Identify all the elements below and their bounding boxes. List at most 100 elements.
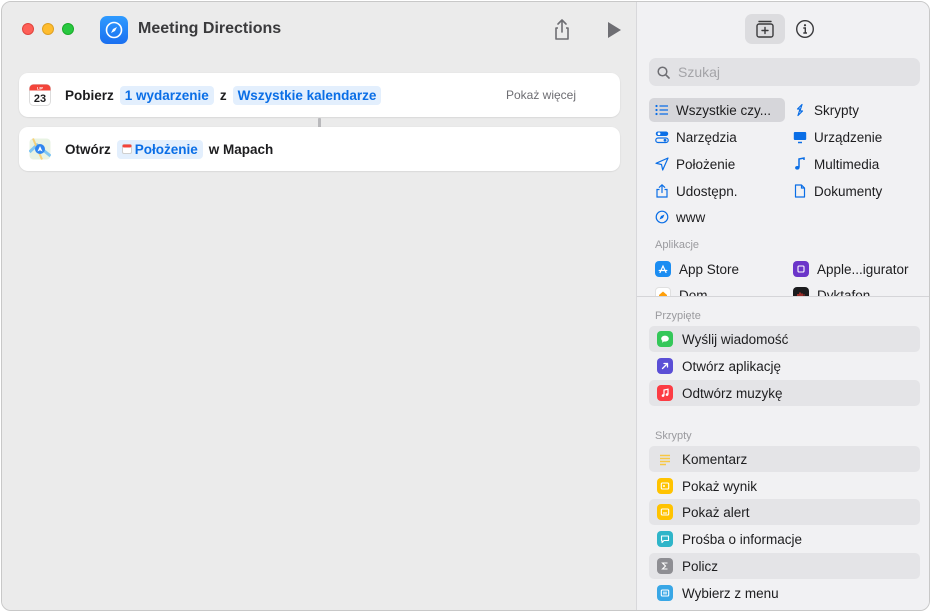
category-scripts[interactable]: Skrypty — [787, 98, 859, 122]
calendar-small-icon — [121, 144, 132, 154]
script-item-count[interactable]: Policz — [649, 553, 920, 579]
run-button[interactable] — [605, 20, 623, 40]
action-verb: Otwórz — [65, 141, 111, 157]
script-item-choose-menu[interactable]: Wybierz z menu — [649, 580, 920, 606]
item-label: Otwórz aplikację — [682, 358, 782, 374]
app-label: App Store — [679, 261, 740, 277]
configurator-glyph — [797, 265, 805, 273]
category-label: Multimedia — [814, 156, 880, 172]
shortcut-icon[interactable] — [100, 16, 128, 44]
info-button[interactable] — [795, 19, 815, 39]
app-label: Dom — [679, 287, 708, 297]
close-button[interactable] — [22, 23, 34, 35]
app-label: Dyktafon — [817, 287, 871, 297]
script-item-comment[interactable]: Komentarz — [649, 446, 920, 472]
category-location[interactable]: Położenie — [649, 152, 735, 176]
pinned-item-play-music[interactable]: Odtwórz muzykę — [649, 380, 920, 406]
category-web[interactable]: www — [649, 205, 705, 229]
share-button[interactable] — [552, 18, 572, 42]
category-all[interactable]: Wszystkie czy... — [649, 98, 785, 122]
voice-memos-icon — [793, 287, 809, 296]
pinned-item-open-app[interactable]: Otwórz aplikację — [649, 353, 920, 379]
comment-icon — [657, 451, 673, 467]
library-toggle-button[interactable] — [745, 14, 785, 44]
item-label: Wyślij wiadomość — [682, 331, 789, 347]
show-result-icon — [657, 478, 673, 494]
library-add-icon — [756, 20, 774, 38]
action-connector: z — [219, 87, 227, 103]
script-item-show-alert[interactable]: Pokaż alert — [649, 499, 920, 525]
category-documents[interactable]: Dokumenty — [787, 179, 882, 203]
action-open-in-maps[interactable]: Otwórz Położenie w Mapach — [19, 127, 620, 171]
calendar-icon-day: 23 — [34, 93, 46, 105]
app-item[interactable]: Apple...igurator — [793, 261, 909, 277]
location-token-label: Położenie — [134, 141, 198, 157]
share-icon — [656, 184, 668, 198]
alert-glyph — [660, 508, 670, 516]
calendar-source-token[interactable]: Wszystkie kalendarze — [232, 85, 382, 105]
category-sharing[interactable]: Udostępn. — [649, 179, 738, 203]
search-input[interactable] — [678, 64, 898, 80]
ask-input-icon — [657, 531, 673, 547]
item-label: Pokaż wynik — [682, 478, 758, 494]
result-glyph — [660, 482, 670, 490]
action-sentence: Pobierz 1 wydarzenie z Wszystkie kalenda… — [65, 73, 382, 117]
pinned-item-send-message[interactable]: Wyślij wiadomość — [649, 326, 920, 352]
app-item[interactable]: Dyktafon — [793, 287, 870, 296]
compass-icon — [105, 21, 123, 39]
app-item[interactable]: App Store — [655, 261, 739, 277]
music-icon — [657, 385, 673, 401]
action-verb: Pobierz — [65, 87, 114, 103]
search-field[interactable] — [649, 58, 920, 86]
music-note-icon — [795, 157, 805, 170]
section-label-pinned: Przypięte — [655, 310, 701, 322]
apps-list: App Store Apple...igurator Dom Dyktafon — [637, 256, 929, 296]
arrow-up-right-glyph — [661, 362, 669, 370]
item-label: Odtwórz muzykę — [682, 385, 783, 401]
music-glyph — [661, 388, 669, 397]
app-store-icon — [655, 261, 671, 277]
script-item-show-result[interactable]: Pokaż wynik — [649, 473, 920, 499]
event-count-token[interactable]: 1 wydarzenie — [119, 85, 214, 105]
item-label: Prośba o informacje — [682, 531, 803, 547]
location-arrow-icon — [655, 157, 669, 171]
editor-pane: Meeting Directions LIP 23 Pobierz 1 wyda… — [2, 2, 636, 610]
script-item-ask-input[interactable]: Prośba o informacje — [649, 526, 920, 552]
window-title: Meeting Directions — [138, 20, 282, 37]
action-sentence: Otwórz Położenie w Mapach — [65, 127, 273, 171]
display-icon — [793, 132, 807, 144]
speech-bubble-glyph — [660, 535, 670, 544]
item-label: Wybierz z menu — [682, 585, 779, 601]
category-tools[interactable]: Narzędzia — [649, 125, 737, 149]
menu-icon — [657, 585, 673, 601]
category-label: www — [676, 209, 706, 225]
location-token[interactable]: Położenie — [116, 139, 203, 159]
category-label: Dokumenty — [814, 183, 883, 199]
toggles-icon — [655, 131, 669, 144]
app-item[interactable]: Dom — [655, 287, 708, 296]
category-media[interactable]: Multimedia — [787, 152, 879, 176]
sigma-glyph — [661, 562, 668, 570]
show-more-link[interactable]: Pokaż więcej — [506, 88, 576, 102]
search-icon — [657, 65, 670, 79]
zoom-button[interactable] — [62, 23, 74, 35]
action-get-events[interactable]: LIP 23 Pobierz 1 wydarzenie z Wszystkie … — [19, 73, 620, 117]
app-store-glyph — [658, 264, 668, 274]
item-label: Policz — [682, 558, 719, 574]
app-label: Apple...igurator — [817, 261, 909, 277]
window-controls — [22, 23, 74, 35]
category-device[interactable]: Urządzenie — [787, 125, 882, 149]
message-glyph — [661, 335, 669, 343]
message-icon — [657, 331, 673, 347]
list-icon — [655, 104, 668, 116]
section-label-apps: Aplikacje — [655, 239, 700, 251]
category-label: Narzędzia — [676, 129, 737, 145]
configurator-icon — [793, 261, 809, 277]
item-label: Pokaż alert — [682, 504, 750, 520]
open-app-icon — [657, 358, 673, 374]
category-label: Położenie — [676, 156, 736, 172]
minimize-button[interactable] — [42, 23, 54, 35]
calendar-icon: LIP 23 — [29, 84, 51, 106]
category-label: Skrypty — [814, 102, 860, 118]
calendar-icon-month: LIP — [37, 85, 44, 90]
